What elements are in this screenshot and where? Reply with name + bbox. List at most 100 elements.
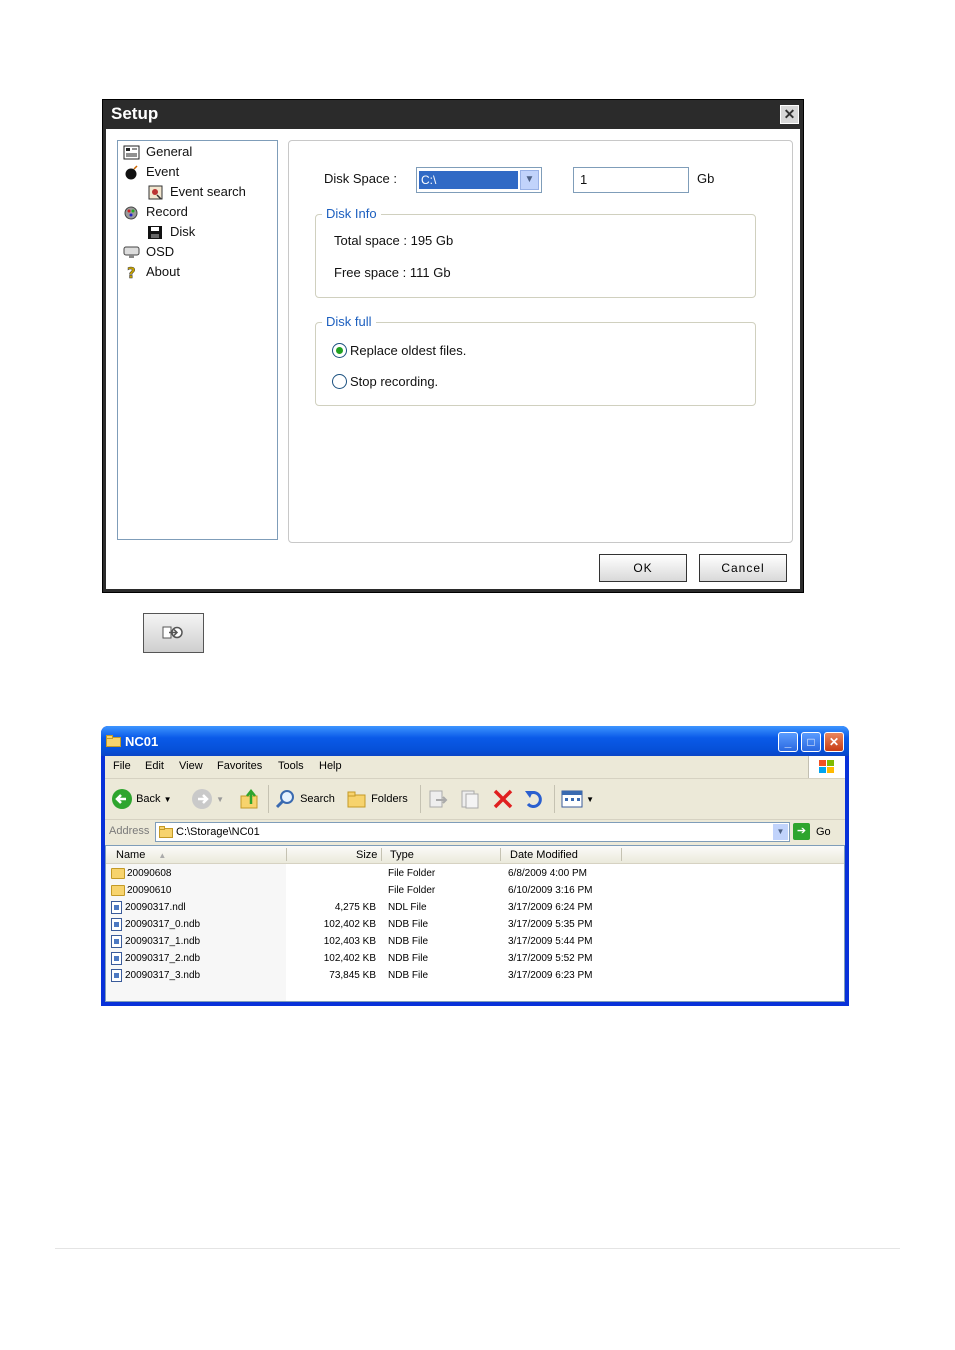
stop-recording-radio[interactable] bbox=[332, 374, 347, 389]
menu-tools[interactable]: Tools bbox=[278, 760, 304, 772]
chevron-down-icon[interactable]: ▼ bbox=[586, 795, 594, 804]
table-row[interactable]: 20090317_0.ndb 102,402 KB NDB File 3/17/200… bbox=[106, 916, 844, 933]
table-row[interactable]: 20090317_1.ndb 102,403 KB NDB File 3/17/200… bbox=[106, 933, 844, 950]
file-name-cell: 20090608 bbox=[111, 865, 172, 882]
folders-button[interactable]: Folders bbox=[346, 779, 408, 819]
event-search-icon bbox=[148, 185, 163, 200]
table-row[interactable]: 20090610 File Folder 6/10/2009 3:16 PM bbox=[106, 882, 844, 899]
search-button[interactable]: Search bbox=[275, 779, 335, 819]
toolbar-separator bbox=[554, 785, 555, 813]
views-button[interactable]: ▼ bbox=[561, 779, 594, 819]
explorer-window: NC01 _ □ ✕ File Edit View Favorites Tool… bbox=[101, 726, 849, 1006]
menu-view[interactable]: View bbox=[179, 760, 203, 772]
tree-item-event[interactable]: Event bbox=[123, 163, 179, 181]
address-input[interactable]: C:\Storage\NC01 ▼ bbox=[155, 822, 790, 842]
window-title: NC01 bbox=[125, 734, 159, 749]
osd-icon bbox=[123, 246, 140, 259]
file-date: 3/17/2009 5:35 PM bbox=[508, 919, 593, 930]
menu-help[interactable]: Help bbox=[319, 760, 342, 772]
chevron-down-icon[interactable]: ▼ bbox=[520, 170, 539, 190]
table-row[interactable]: 20090317_2.ndb 102,402 KB NDB File 3/17/200… bbox=[106, 950, 844, 967]
table-row[interactable]: 20090317_3.ndb 73,845 KB NDB File 3/17/2009… bbox=[106, 967, 844, 984]
floppy-disk-icon bbox=[148, 226, 162, 240]
menu-edit[interactable]: Edit bbox=[145, 760, 164, 772]
file-date: 3/17/2009 5:44 PM bbox=[508, 936, 593, 947]
disk-space-select[interactable]: C:\ ▼ bbox=[416, 167, 542, 193]
title-bar[interactable]: NC01 _ □ ✕ bbox=[101, 726, 849, 756]
file-list: Name ▲ Size Type Date Modified 20090608 F… bbox=[105, 845, 845, 1002]
windows-logo-icon bbox=[808, 756, 845, 778]
chevron-down-icon[interactable]: ▼ bbox=[164, 795, 172, 804]
export-icon bbox=[162, 626, 183, 639]
tree-item-record[interactable]: Record bbox=[123, 203, 188, 221]
column-name[interactable]: Name ▲ bbox=[116, 849, 166, 861]
file-size: 4,275 KB bbox=[334, 902, 376, 913]
window-client: File Edit View Favorites Tools Help Back… bbox=[105, 756, 845, 1002]
maximize-icon[interactable]: □ bbox=[801, 732, 821, 752]
tree-item-disk[interactable]: Disk bbox=[147, 223, 195, 241]
free-space-text: Free space : 111 Gb bbox=[334, 265, 451, 280]
menu-favorites[interactable]: Favorites bbox=[217, 760, 262, 772]
stop-recording-label[interactable]: Stop recording. bbox=[350, 374, 438, 389]
folder-icon bbox=[111, 867, 125, 879]
svg-text:?: ? bbox=[127, 265, 136, 280]
column-date-modified[interactable]: Date Modified bbox=[510, 849, 578, 861]
tree-item-event-search[interactable]: Event search bbox=[147, 183, 246, 201]
replace-oldest-radio[interactable] bbox=[332, 343, 347, 358]
close-icon[interactable]: ✕ bbox=[824, 732, 844, 752]
file-type: NDB File bbox=[388, 953, 429, 964]
file-date: 6/10/2009 3:16 PM bbox=[508, 885, 593, 896]
table-row[interactable]: 20090608 File Folder 6/8/2009 4:00 PM bbox=[106, 865, 844, 882]
file-name: 20090317_0.ndb bbox=[125, 919, 201, 930]
tree-item-general[interactable]: General bbox=[123, 143, 192, 161]
file-date: 6/8/2009 4:00 PM bbox=[508, 868, 587, 879]
column-type[interactable]: Type bbox=[390, 849, 414, 861]
search-label: Search bbox=[300, 793, 335, 805]
file-type: NDB File bbox=[388, 936, 429, 947]
up-folder-button[interactable] bbox=[239, 779, 261, 819]
tree-label: About bbox=[146, 264, 180, 279]
menu-file[interactable]: File bbox=[113, 760, 131, 772]
tree-item-about[interactable]: ? About bbox=[123, 263, 180, 281]
list-header: Name ▲ Size Type Date Modified bbox=[106, 846, 844, 864]
undo-icon bbox=[525, 791, 542, 809]
undo-button[interactable] bbox=[523, 779, 545, 819]
folder-icon bbox=[106, 735, 121, 747]
ok-button[interactable]: OK bbox=[599, 554, 687, 582]
back-button[interactable]: Back ▼ bbox=[111, 779, 172, 819]
file-date: 3/17/2009 5:52 PM bbox=[508, 953, 593, 964]
tree-item-osd[interactable]: OSD bbox=[123, 243, 174, 261]
file-size: 102,402 KB bbox=[323, 919, 376, 930]
export-button[interactable] bbox=[143, 613, 204, 653]
file-size: 102,402 KB bbox=[323, 953, 376, 964]
column-divider[interactable] bbox=[381, 848, 382, 861]
cancel-button[interactable]: Cancel bbox=[699, 554, 787, 582]
toolbar-separator bbox=[268, 785, 269, 813]
file-type: NDL File bbox=[388, 902, 427, 913]
copy-to-button[interactable] bbox=[459, 779, 481, 819]
disk-full-legend: Disk full bbox=[322, 314, 376, 329]
chevron-down-icon[interactable]: ▼ bbox=[773, 824, 788, 840]
close-icon[interactable]: ✕ bbox=[780, 105, 799, 124]
total-space-text: Total space : 195 Gb bbox=[334, 233, 454, 248]
column-size[interactable]: Size bbox=[356, 849, 377, 861]
column-name-label: Name bbox=[116, 849, 146, 861]
file-icon bbox=[111, 900, 122, 914]
column-divider[interactable] bbox=[621, 848, 622, 861]
delete-button[interactable] bbox=[492, 779, 514, 819]
size-input[interactable]: 1 bbox=[573, 167, 689, 193]
file-name: 20090317_1.ndb bbox=[125, 936, 201, 947]
replace-oldest-label[interactable]: Replace oldest files. bbox=[350, 343, 466, 358]
file-name-cell: 20090317_3.ndb bbox=[111, 967, 200, 984]
column-divider[interactable] bbox=[500, 848, 501, 861]
move-to-button[interactable] bbox=[427, 779, 449, 819]
go-button[interactable]: ➔ Go bbox=[793, 823, 833, 841]
setup-dialog: Setup ✕ General Event Event search Recor… bbox=[102, 99, 804, 593]
folders-icon bbox=[347, 791, 366, 808]
column-divider[interactable] bbox=[286, 848, 287, 861]
toolbar-separator bbox=[420, 785, 421, 813]
minimize-icon[interactable]: _ bbox=[778, 732, 798, 752]
dialog-body: General Event Event search Record Disk O… bbox=[106, 129, 800, 589]
table-row[interactable]: 20090317.ndl 4,275 KB NDL File 3/17/2009 6:… bbox=[106, 899, 844, 916]
forward-button[interactable]: ▼ bbox=[191, 779, 224, 819]
